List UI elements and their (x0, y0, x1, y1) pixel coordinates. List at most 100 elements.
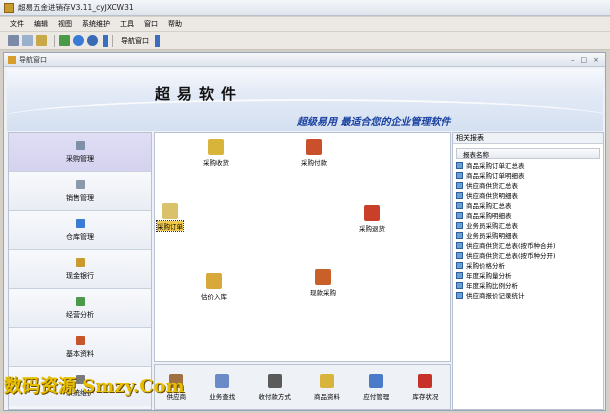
report-item[interactable]: 供应商供货汇总表(按币种合并) (456, 240, 600, 250)
stock-icon (418, 373, 433, 388)
report-icon (456, 291, 463, 299)
sidebar-item-label: 基本资料 (66, 349, 94, 358)
toolbar-grip-2[interactable] (155, 34, 160, 47)
reports-title: 相关报表 (453, 133, 603, 144)
sidebar-item-warehouse[interactable]: 仓库管理 (9, 211, 151, 250)
watermark: 数码资源 Smzy.Com (4, 376, 185, 397)
paste-icon[interactable] (36, 35, 47, 46)
flow-node-purchase-order[interactable]: 采购订单 (156, 203, 184, 232)
cash-purchase-icon (315, 269, 331, 285)
report-label: 供应商报价记录统计 (466, 292, 525, 300)
toolbar-separator (54, 34, 55, 47)
report-label: 年度采购比例分析 (466, 282, 518, 290)
report-icon (456, 201, 463, 209)
report-icon (456, 161, 463, 169)
quick-payable[interactable]: 应付管理 (363, 373, 389, 401)
sidebar-item-label: 销售管理 (66, 193, 94, 202)
report-item[interactable]: 年度采购量分析 (456, 270, 600, 280)
return-icon (364, 205, 380, 221)
reports-column-header[interactable]: 报表名称 (456, 148, 600, 159)
report-label: 商品采购订单汇总表 (466, 162, 525, 170)
menu-file[interactable]: 文件 (10, 19, 24, 29)
sales-icon (75, 179, 85, 189)
menu-help[interactable]: 帮助 (168, 19, 182, 29)
globe-icon[interactable] (73, 35, 84, 46)
flow-node-label: 采购付款 (301, 159, 327, 167)
flow-node-purchase-return[interactable]: 采购退货 (359, 205, 385, 233)
report-item[interactable]: 业务员采购明细表 (456, 230, 600, 240)
report-item[interactable]: 供应商供货汇总表 (456, 180, 600, 190)
quick-label: 库存状况 (412, 392, 439, 401)
report-label: 供应商供货明细表 (466, 192, 518, 200)
flow-node-label: 采购订单 (156, 220, 184, 232)
nav-window: 导航窗口 – □ × 超易软件 超级易用 最适合您的企业管理软件 采购管理 销售… (3, 52, 606, 411)
toolbar-grip[interactable] (103, 34, 108, 47)
report-icon (456, 241, 463, 249)
quick-label: 收付款方式 (258, 392, 291, 401)
quick-business-search[interactable]: 业务查找 (209, 373, 236, 401)
report-label: 采购价格分析 (466, 262, 505, 270)
close-button[interactable]: × (593, 56, 599, 64)
report-label: 业务员采购明细表 (466, 232, 518, 240)
sidebar-item-analysis[interactable]: 经营分析 (9, 289, 151, 328)
toolbar-separator-2 (112, 34, 113, 47)
flow-node-label: 采购收货 (203, 159, 229, 167)
report-icon (456, 281, 463, 289)
quick-stock-status[interactable]: 库存状况 (412, 373, 439, 401)
copy-icon[interactable] (22, 35, 33, 46)
basic-data-icon (75, 335, 85, 345)
report-label: 商品采购汇总表 (466, 202, 512, 210)
search-icon (215, 373, 230, 388)
report-item[interactable]: 年度采购比例分析 (456, 280, 600, 290)
help-icon[interactable] (87, 35, 98, 46)
report-icon (456, 231, 463, 239)
report-item[interactable]: 业务员采购汇总表 (456, 220, 600, 230)
maximize-button[interactable]: □ (581, 56, 588, 64)
flow-node-label: 估价入库 (201, 293, 227, 301)
quick-label: 业务查找 (209, 392, 236, 401)
warehouse-icon (75, 218, 85, 228)
quick-payment-method[interactable]: 收付款方式 (258, 373, 291, 401)
menu-system[interactable]: 系统维护 (82, 19, 110, 29)
payment-icon (306, 139, 322, 155)
report-item[interactable]: 商品采购明细表 (456, 210, 600, 220)
flow-node-estimate-stock-in[interactable]: 估价入库 (201, 273, 227, 301)
quick-label: 商品资料 (314, 392, 341, 401)
receipt-icon (208, 139, 224, 155)
quick-goods-data[interactable]: 商品资料 (314, 373, 341, 401)
flow-node-cash-purchase[interactable]: 现款采购 (310, 269, 336, 297)
menu-window[interactable]: 窗口 (144, 19, 158, 29)
report-item[interactable]: 供应商供货明细表 (456, 190, 600, 200)
menu-view[interactable]: 视图 (58, 19, 72, 29)
report-item[interactable]: 商品采购订单汇总表 (456, 160, 600, 170)
sidebar-item-purchase[interactable]: 采购管理 (9, 133, 151, 172)
flow-node-purchase-receipt[interactable]: 采购收货 (203, 139, 229, 167)
report-label: 供应商供货汇总表(按币种合并) (466, 242, 556, 250)
menu-edit[interactable]: 编辑 (34, 19, 48, 29)
analysis-icon (75, 296, 85, 306)
minimize-button[interactable]: – (571, 56, 575, 64)
flow-canvas: 采购收货 采购付款 采购订单 采购退货 估价入库 现款采购 (154, 132, 451, 362)
sidebar-item-sales[interactable]: 销售管理 (9, 172, 151, 211)
report-item[interactable]: 采购价格分析 (456, 260, 600, 270)
report-item[interactable]: 商品采购汇总表 (456, 200, 600, 210)
cut-icon[interactable] (8, 35, 19, 46)
report-label: 业务员采购汇总表 (466, 222, 518, 230)
pay-method-icon (267, 373, 282, 388)
report-item[interactable]: 供应商报价记录统计 (456, 290, 600, 300)
nav-window-title: 导航窗口 (19, 55, 47, 64)
window-title: 超易五金进销存V3.11_cyJXCW31 (18, 3, 134, 12)
flow-node-label: 采购退货 (359, 225, 385, 233)
nav-window-button[interactable]: 导航窗口 (117, 34, 153, 48)
flow-node-purchase-payment[interactable]: 采购付款 (301, 139, 327, 167)
order-icon (162, 203, 178, 219)
report-item[interactable]: 供应商供货汇总表(按币种分开) (456, 250, 600, 260)
banner-title: 超易软件 (155, 85, 244, 103)
menu-tools[interactable]: 工具 (120, 19, 134, 29)
banner: 超易软件 超级易用 最适合您的企业管理软件 (7, 69, 603, 131)
report-item[interactable]: 商品采购订单明细表 (456, 170, 600, 180)
calculator-icon[interactable] (59, 35, 70, 46)
sidebar-item-basic-data[interactable]: 基本资料 (9, 328, 151, 367)
report-label: 年度采购量分析 (466, 272, 512, 280)
sidebar-item-cash[interactable]: 现金银行 (9, 250, 151, 289)
